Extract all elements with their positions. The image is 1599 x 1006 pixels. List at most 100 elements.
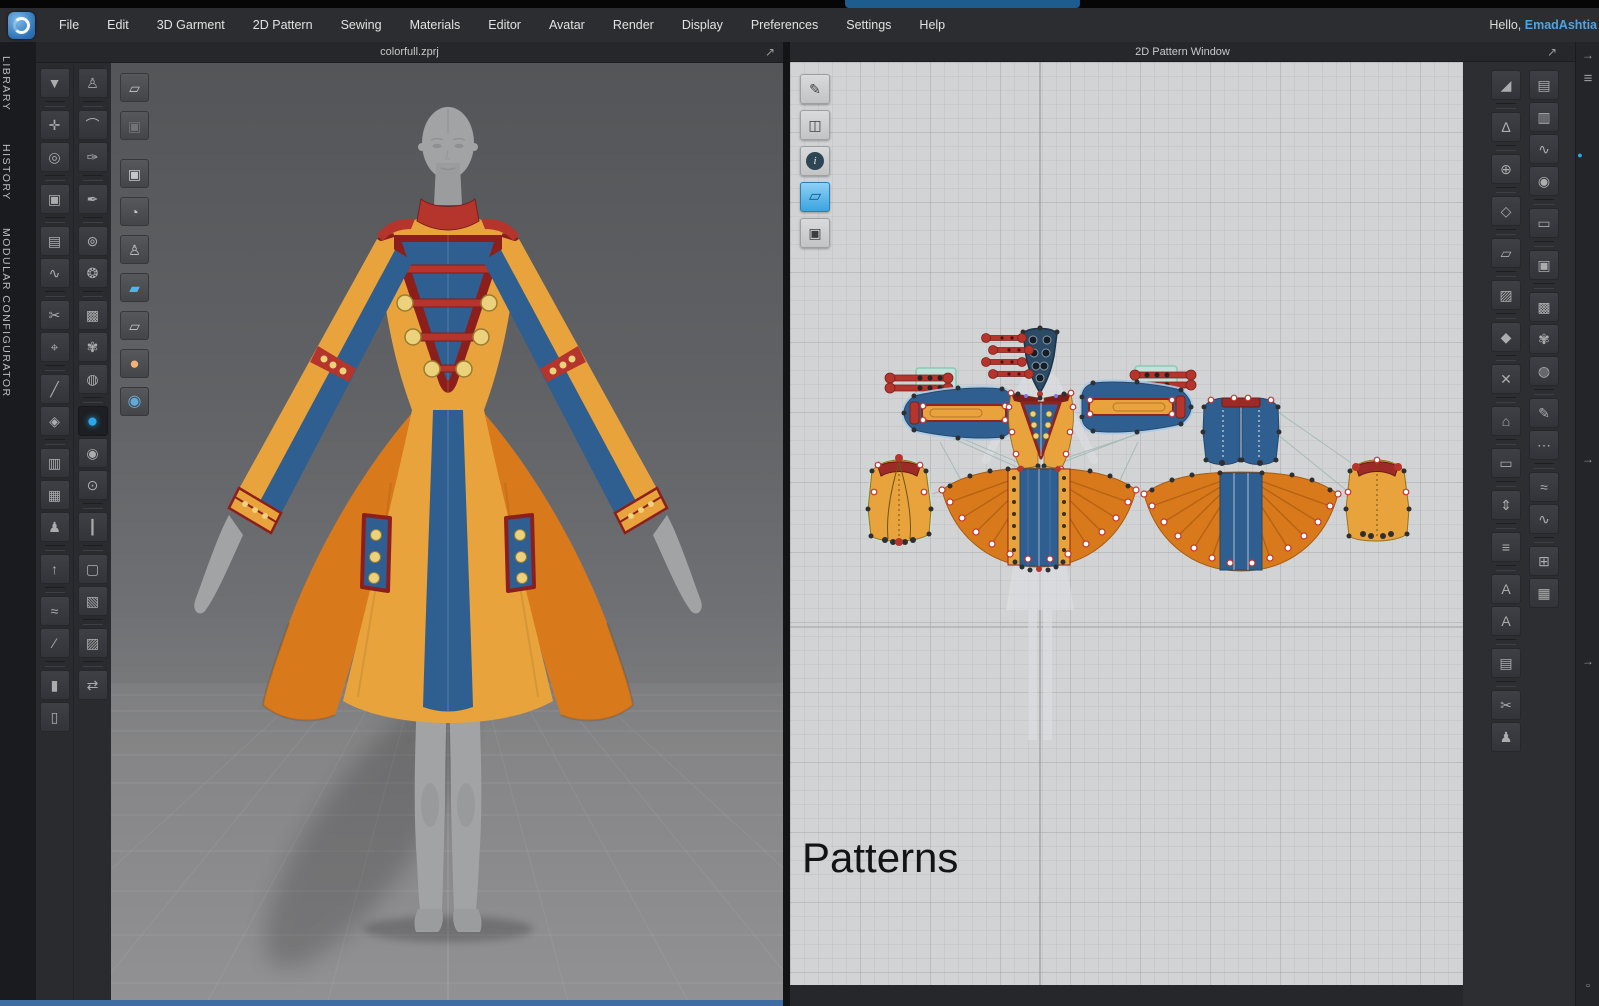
r2-texture-shirt[interactable]: ✾ [1529, 324, 1559, 354]
panel-expand-arrow-icon[interactable]: → [1576, 48, 1599, 62]
tool-fabric-a[interactable]: ▢ [77, 554, 108, 584]
tool-ruler[interactable]: ∕ [39, 628, 70, 658]
r-seam-allowance[interactable]: ▤ [1491, 648, 1521, 678]
tool-tack[interactable]: ⌖ [39, 332, 70, 362]
panel-corner-icon[interactable]: ▫ [1576, 980, 1599, 992]
r-polygon[interactable]: ⌂ [1491, 406, 1521, 436]
menu-file[interactable]: File [45, 8, 93, 42]
tool-avatar-walk[interactable]: ♙ [77, 68, 108, 98]
r2-bundle[interactable]: ▦ [1529, 578, 1559, 608]
tool-fit-to-avatar[interactable]: ♟ [39, 512, 70, 542]
tool-avatar-tape[interactable]: ⌒ [77, 110, 108, 140]
tool-basting[interactable]: ▮ [39, 670, 70, 700]
menu-display[interactable]: Display [668, 8, 737, 42]
r-text-style[interactable]: A [1491, 606, 1521, 636]
menu-sewing[interactable]: Sewing [327, 8, 396, 42]
pattern-piece-back-bodice-blue[interactable] [1200, 394, 1282, 466]
tool-fold-arrangement[interactable]: ◈ [39, 406, 70, 436]
tool-select-lasso[interactable]: ◎ [39, 142, 70, 172]
r-ruler-v[interactable]: ⇕ [1491, 490, 1521, 520]
popout-icon[interactable]: ↗ [1547, 44, 1557, 60]
r2-fabric-roll[interactable]: ▩ [1529, 292, 1559, 322]
tool-fabric-c[interactable]: ▨ [77, 628, 108, 658]
menu-render[interactable]: Render [599, 8, 668, 42]
pattern-piece-sleeve-left[interactable] [901, 385, 1016, 441]
p2d-info[interactable]: i [800, 146, 830, 176]
view-garment-ghost[interactable]: ▣ [120, 111, 149, 140]
view-points[interactable]: ◔ [120, 197, 149, 226]
r2-dotted-line[interactable]: ⋯ [1529, 430, 1559, 460]
menu-materials[interactable]: Materials [396, 8, 475, 42]
3d-window-titlebar[interactable]: colorfull.zprj ↗ [36, 42, 783, 63]
r-avatar-pair[interactable]: ♟ [1491, 722, 1521, 752]
tool-select-mesh[interactable]: ▣ [39, 184, 70, 214]
tool-avatar-measure[interactable]: ✒ [77, 184, 108, 214]
r-transform-pattern[interactable]: ◢ [1491, 70, 1521, 100]
tool-stitch-edit[interactable]: ⊚ [77, 226, 108, 256]
tab-modular-configurator[interactable]: MODULAR CONFIGURATOR [0, 228, 36, 398]
r-ruler-h[interactable]: ≡ [1491, 532, 1521, 562]
r-text[interactable]: A [1491, 574, 1521, 604]
menu-help[interactable]: Help [905, 8, 959, 42]
tool-edit-sewing[interactable]: ✂ [39, 300, 70, 330]
r2-shirt[interactable]: ▣ [1529, 250, 1559, 280]
tool-remove-basting[interactable]: ▯ [39, 702, 70, 732]
r2-add-pattern[interactable]: ⊞ [1529, 546, 1559, 576]
view-avatar[interactable]: ♙ [120, 235, 149, 264]
r-pattern-outline[interactable]: ▱ [1491, 238, 1521, 268]
tab-library[interactable]: LIBRARY [0, 56, 36, 111]
tool-measure-tape[interactable]: ≈ [39, 596, 70, 626]
pattern-piece-sleeve-right[interactable] [1079, 379, 1194, 435]
tool-avatar-pen[interactable]: ✑ [77, 142, 108, 172]
panel-menu-icon[interactable]: ≡ [1576, 70, 1599, 87]
menu-avatar[interactable]: Avatar [535, 8, 599, 42]
r2-pen-line[interactable]: ✎ [1529, 398, 1559, 428]
tab-history[interactable]: HISTORY [0, 144, 36, 201]
view-fabric-off[interactable]: ▱ [120, 311, 149, 340]
view-garment[interactable]: ▣ [120, 159, 149, 188]
username-link[interactable]: EmadAshtia [1525, 18, 1597, 32]
r-edit-curve[interactable]: ∆ [1491, 112, 1521, 142]
pattern-piece-back-bodice-right[interactable] [1343, 456, 1412, 542]
tool-button[interactable]: ◉ [77, 438, 108, 468]
r-rect[interactable]: ▭ [1491, 448, 1521, 478]
pattern-piece-skirt-back[interactable] [1140, 470, 1342, 572]
r-edit-points[interactable]: ⊕ [1491, 154, 1521, 184]
tool-solidify[interactable]: ▥ [39, 448, 70, 478]
r2-iron[interactable]: ▭ [1529, 208, 1559, 238]
p2d-show-seams[interactable]: ✎ [800, 74, 830, 104]
tool-buttonhole[interactable]: ⊙ [77, 470, 108, 500]
menu-preferences[interactable]: Preferences [737, 8, 832, 42]
pattern-piece-skirt-front[interactable] [938, 466, 1140, 573]
view-globe[interactable]: ◉ [120, 387, 149, 416]
r-pocket[interactable]: ◆ [1491, 322, 1521, 352]
view-head[interactable]: ● [120, 349, 149, 378]
r-trace[interactable]: ▨ [1491, 280, 1521, 310]
r-cut-and-sew[interactable]: ✂ [1491, 690, 1521, 720]
garment-3d[interactable] [194, 198, 702, 723]
tool-zipper[interactable]: ┃ [77, 512, 108, 542]
tool-pattern-shirt[interactable]: ◍ [77, 364, 108, 394]
panel-mid-arrow-icon[interactable]: → [1576, 452, 1599, 466]
menu-settings[interactable]: Settings [832, 8, 905, 42]
menu-edit[interactable]: Edit [93, 8, 143, 42]
app-logo-icon[interactable] [8, 11, 35, 39]
r-cross[interactable]: ✕ [1491, 364, 1521, 394]
tool-simulate[interactable]: ▼ [39, 68, 70, 98]
menu-2d-pattern[interactable]: 2D Pattern [239, 8, 327, 42]
tool-fabric-b[interactable]: ▧ [77, 586, 108, 616]
tool-pin[interactable]: ╱ [39, 374, 70, 404]
popout-icon[interactable]: ↗ [765, 44, 775, 60]
tool-grade[interactable]: ↑ [39, 554, 70, 584]
2d-pattern-canvas[interactable]: ✎ ◫ i ▱ ▣ Patterns [790, 62, 1463, 985]
tool-free-sewing[interactable]: ∿ [39, 258, 70, 288]
tool-fabric-roll[interactable]: ▩ [77, 300, 108, 330]
r2-zigzag-b[interactable]: ∿ [1529, 504, 1559, 534]
2d-window-titlebar[interactable]: 2D Pattern Window ↗ [790, 42, 1575, 62]
p2d-show-garment[interactable]: ◫ [800, 110, 830, 140]
pattern-piece-back-bodice-left[interactable] [865, 454, 934, 546]
menu-editor[interactable]: Editor [474, 8, 535, 42]
r2-mn-sew[interactable]: ∿ [1529, 134, 1559, 164]
r2-checker-shirt[interactable]: ◍ [1529, 356, 1559, 386]
panel-low-arrow-icon[interactable]: → [1576, 654, 1599, 668]
